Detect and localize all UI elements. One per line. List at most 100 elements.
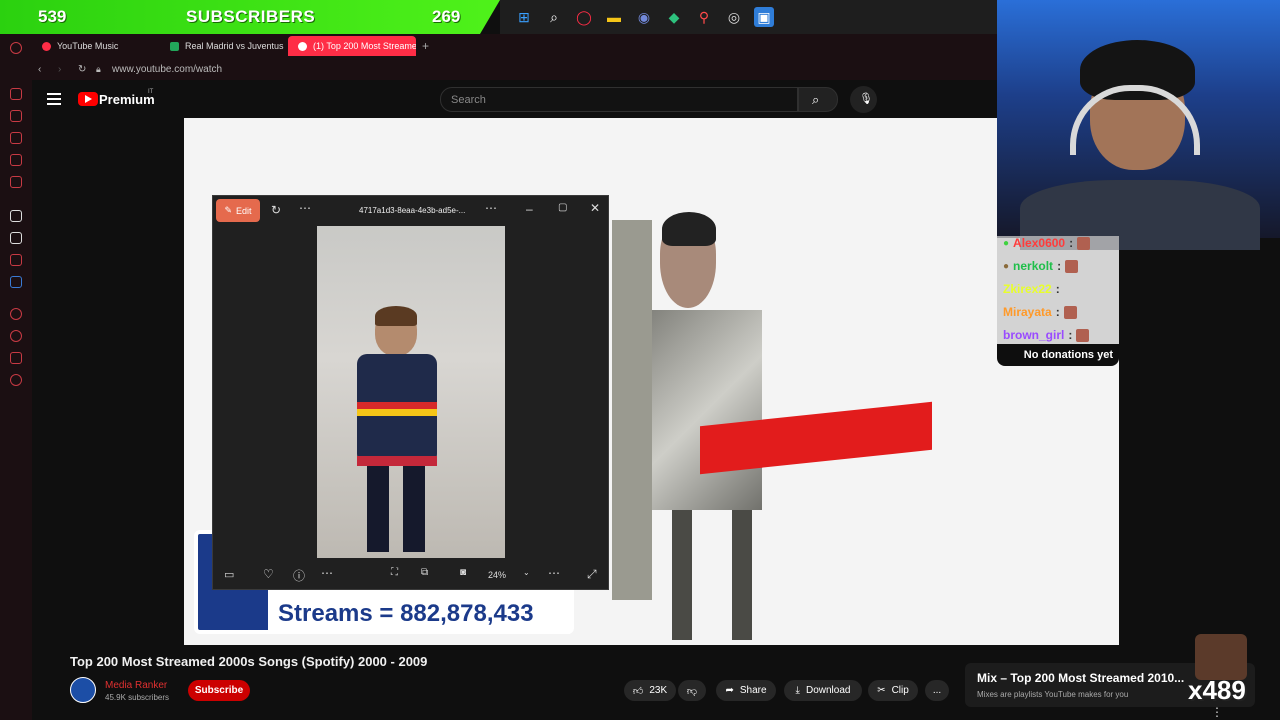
chat-badge-icon: ● — [1003, 237, 1010, 249]
more-actions-button[interactable]: ... — [925, 680, 949, 701]
minimize-icon[interactable]: – — [526, 202, 533, 216]
more-tools-icon[interactable]: ⋯ — [548, 566, 560, 580]
actual-size-icon[interactable]: ◙ — [460, 567, 466, 578]
clip-button[interactable]: ✂ Clip — [868, 680, 918, 701]
tab-top-200[interactable]: (1) Top 200 Most Streamed — [288, 36, 416, 56]
sheets-favicon-icon — [170, 41, 179, 51]
emote-icon — [1065, 259, 1079, 273]
close-icon[interactable]: ✕ — [590, 201, 600, 215]
emote-icon — [1076, 328, 1090, 342]
back-icon[interactable]: ‹ — [38, 64, 52, 75]
menu-icon[interactable] — [47, 93, 61, 105]
rotate-icon[interactable]: ↻ — [271, 203, 281, 217]
sidebar-icon-8[interactable] — [10, 276, 22, 288]
download-button[interactable]: ⤓ Download — [784, 680, 862, 701]
sidebar-icon-10[interactable] — [10, 352, 22, 364]
thumbs-down-icon: 👎︎ — [686, 685, 698, 697]
emote-icon — [1077, 236, 1091, 250]
sidebar-icon-2[interactable] — [10, 110, 22, 122]
more-icon[interactable]: ⋯ — [321, 566, 333, 580]
youtube-favicon-icon — [298, 41, 307, 51]
maximize-icon[interactable]: ▢ — [558, 202, 567, 213]
sidebar-icon-5[interactable] — [10, 176, 22, 188]
subscribe-button[interactable]: Subscribe — [188, 680, 250, 701]
discord-icon[interactable]: ◉ — [634, 7, 654, 27]
voice-search-button[interactable]: 🎙︎ — [850, 86, 877, 113]
edit-button[interactable]: ✎ Edit — [216, 199, 260, 222]
tab-youtube-music[interactable]: YouTube Music — [32, 36, 160, 56]
subscriber-count-left: 539 — [38, 7, 67, 26]
chat-user: Zkirex22 — [1003, 282, 1052, 296]
chat-separator: : — [1057, 259, 1062, 273]
chat-user: nerkolt — [1013, 259, 1054, 273]
search-button[interactable]: ⌕ — [798, 87, 838, 112]
chat-separator: : — [1068, 328, 1073, 342]
zoom-level[interactable]: 24% — [488, 570, 506, 580]
share-icon: ➦ — [725, 685, 734, 696]
youtube-logo-icon[interactable] — [78, 92, 98, 106]
more-options-icon[interactable]: ⋯ — [299, 201, 311, 215]
opera-icon[interactable]: ◯ — [574, 7, 594, 27]
chat-user: Alex0600 — [1013, 236, 1066, 250]
edit-icon: ✎ — [224, 205, 233, 215]
tab-real-madrid[interactable]: Real Madrid vs Juventus — [160, 36, 288, 56]
subscriber-banner: 539 SUBSCRIBERS 269 — [0, 0, 500, 34]
windows-taskbar: ⊞ ⌕ ◯ ▬ ◉ ◆ ⚲ ◎ ▣ — [500, 0, 997, 34]
chat-message: brown_girl : — [1003, 328, 1090, 342]
search-icon[interactable]: ⌕ — [544, 7, 564, 27]
channel-avatar[interactable] — [70, 677, 96, 703]
search-input[interactable]: Search — [440, 87, 798, 112]
chat-badge-icon: ● — [1003, 260, 1010, 272]
chat-separator: : — [1055, 282, 1060, 296]
folder-icon[interactable]: ▬ — [604, 7, 624, 27]
download-icon: ⤓ — [795, 685, 800, 696]
like-button[interactable]: 👍︎ 23K — [624, 680, 676, 701]
chrome-icon[interactable]: ◎ — [724, 7, 744, 27]
donations-status: No donations yet — [997, 344, 1119, 366]
favorite-icon[interactable]: ♡ — [263, 567, 274, 581]
maps-icon[interactable]: ⚲ — [694, 7, 714, 27]
tab-bar: YouTube Music Real Madrid vs Juventus (1… — [32, 34, 997, 58]
forward-icon[interactable]: › — [58, 64, 72, 75]
x-icon[interactable] — [10, 232, 22, 244]
chevron-down-icon[interactable]: ⌄ — [523, 568, 530, 577]
mix-title[interactable]: Mix – Top 200 Most Streamed 2010... — [977, 671, 1184, 685]
expand-icon[interactable]: ⤢ — [587, 567, 597, 582]
address-bar: ‹ › ↻ 🔒︎ www.youtube.com/watch — [32, 58, 997, 80]
channel-name[interactable]: Media Ranker — [105, 680, 167, 691]
like-count: 23K — [649, 685, 668, 696]
settings-icon[interactable] — [10, 374, 22, 386]
app-icon[interactable]: ◆ — [664, 7, 684, 27]
chat-message: Zkirex22 : — [1003, 282, 1060, 296]
opera-logo-icon[interactable] — [10, 42, 22, 54]
kebab-menu-icon[interactable]: ⋮ — [1211, 705, 1223, 719]
reload-icon[interactable]: ↻ — [78, 64, 92, 75]
windows-start-icon[interactable]: ⊞ — [514, 7, 534, 27]
photos-icon[interactable]: ▣ — [754, 7, 774, 27]
more-icon: ... — [932, 685, 942, 696]
sidebar-icon-9[interactable] — [10, 308, 22, 320]
region-label: IT — [148, 89, 154, 95]
new-tab-button[interactable]: + — [422, 39, 429, 53]
sidebar-icon-1[interactable] — [10, 88, 22, 100]
search-icon: ⌕ — [812, 92, 820, 107]
fit-icon[interactable]: ⧉ — [421, 567, 428, 578]
clip-label: Clip — [891, 685, 909, 696]
dislike-button[interactable]: 👎︎ — [678, 680, 706, 701]
sidebar-icon-7[interactable] — [10, 254, 22, 266]
sidebar-icon-6[interactable] — [10, 210, 22, 222]
crop-icon[interactable]: ⛶ — [391, 567, 398, 578]
subscriber-count-right: 269 — [432, 7, 461, 26]
sidebar-icon-3[interactable] — [10, 132, 22, 144]
history-icon[interactable] — [10, 330, 22, 342]
chat-separator: : — [1055, 305, 1060, 319]
overflow-icon[interactable]: ⋯ — [485, 201, 497, 215]
overlay-multiplier: x489 — [1188, 675, 1246, 705]
url-field[interactable]: www.youtube.com/watch — [112, 64, 222, 75]
sidebar-icon-4[interactable] — [10, 154, 22, 166]
share-button[interactable]: ➦ Share — [716, 680, 776, 701]
info-icon[interactable]: ⓘ — [293, 567, 305, 584]
youtube-music-favicon-icon — [42, 41, 51, 51]
microphone-icon: 🎙︎ — [859, 93, 873, 105]
filmstrip-icon[interactable]: ▭ — [224, 568, 234, 581]
